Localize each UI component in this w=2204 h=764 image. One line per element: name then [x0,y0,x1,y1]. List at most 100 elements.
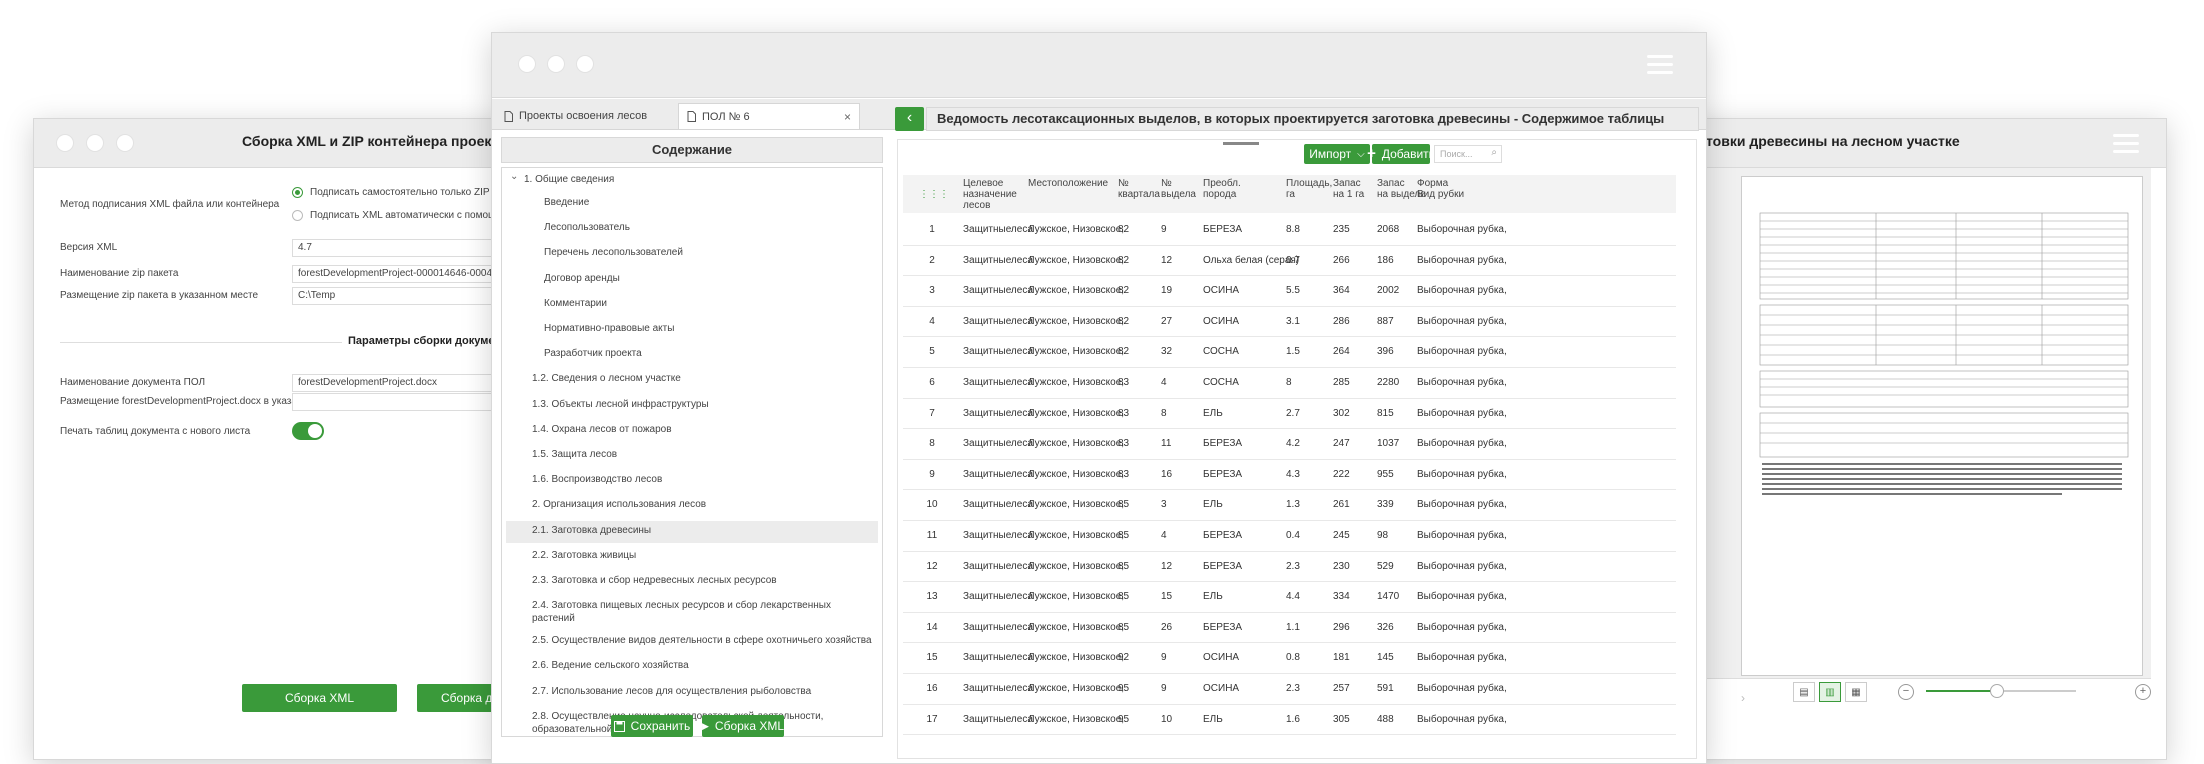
toc-item[interactable]: 2.7. Использование лесов для осуществлен… [532,686,811,697]
table-cell: Лужское, Низовское, [1028,224,1125,235]
table-row[interactable]: 2 Защитныелеса Лужское, Низовское, 82 12 Ольх… [903,246,1676,277]
table-row[interactable]: 6 Защитныелеса Лужское, Низовское, 83 4 СОСНА… [903,368,1676,399]
close-dot[interactable] [518,55,536,73]
toc-item[interactable]: Введение [544,197,589,208]
close-tab-icon[interactable]: × [844,110,851,124]
column-header[interactable]: на 1 га [1333,189,1364,201]
table-cell: Лужское, Низовское, [1028,713,1125,725]
document-icon [504,110,513,122]
table-row[interactable]: 3 Защитныелеса Лужское, Низовское, 82 19 ОСИН… [903,276,1676,307]
table-cell: ОСИНА [1203,683,1240,694]
toc-item[interactable]: ⌄ 1. Общие сведения [510,171,615,185]
table-row[interactable]: 14 Защитныелеса Лужское, Низовское, 85 26 БЕР… [903,613,1676,644]
table-cell: Защитныелеса [963,377,1033,388]
save-button[interactable]: Сохранить [611,715,693,737]
table-cell: Ольха белая (серая) [1203,254,1300,266]
xml-version-label: Версия XML [60,242,118,253]
single-page-icon[interactable]: ▤ [1793,682,1815,702]
scroll-view-icon[interactable]: ▦ [1845,682,1867,702]
toc-item[interactable]: 2.3. Заготовка и сбор недревесных лесных… [532,575,777,586]
table-panel: Импорт ⌵ + Добавить Поиск... ⌕ ⋮⋮⋮ Целев… [897,139,1697,759]
build-xml-button[interactable]: ▶ Сборка XML [702,715,784,737]
table-row[interactable]: 10 Защитныелеса Лужское, Низовское, 85 3 ЕЛЬ 1… [903,490,1676,521]
tab-projects[interactable]: Проекты освоения лесов [496,103,676,129]
table-row[interactable]: 8 Защитныелеса Лужское, Низовское, 83 11 БЕРЕ… [903,429,1676,460]
table-cell: 6 [929,377,935,388]
table-cell: 82 [1118,285,1130,297]
drag-handle[interactable] [1223,142,1259,145]
toc-item[interactable]: Разработчик проекта [544,348,642,359]
toc-item[interactable]: 2.4. Заготовка пищевых лесных ресурсов и… [532,600,831,611]
table-cell: 955 [1377,468,1394,480]
column-header[interactable]: Местоположение [1028,178,1108,190]
toc-item[interactable]: Лесопользователь [544,222,630,233]
maximize-dot[interactable] [116,134,134,152]
zoom-slider-handle[interactable] [1990,684,2004,698]
menu-icon[interactable] [2113,134,2139,154]
toc-item[interactable]: 2.5. Осуществление видов деятельности в … [532,635,872,646]
toc-item[interactable]: 2.1. Заготовка древесины [532,525,651,536]
print-new-sheet-toggle[interactable] [292,422,324,440]
table-row[interactable]: 1 Защитныелеса Лужское, Низовское, 82 9 БЕРЕЗ… [903,215,1676,246]
zoom-in-icon[interactable]: + [2135,684,2151,700]
tab-pol-6[interactable]: ПОЛ № 6 × [678,103,860,129]
table-of-contents: Содержание ⌄ 1. Общие сведения Введение Лес… [501,137,883,737]
minimize-dot[interactable] [86,134,104,152]
import-button[interactable]: Импорт ⌵ [1304,144,1370,164]
toc-item[interactable]: 2. Организация использования лесов [532,499,706,510]
toc-item-label: Договор аренды [544,272,620,284]
table-cell: 95 [1118,683,1130,694]
table-row[interactable]: 13 Защитныелеса Лужское, Низовское, 85 15 ЕЛЬ… [903,582,1676,613]
chevron-down-icon[interactable]: ⌄ [510,171,518,182]
close-dot[interactable] [56,134,74,152]
toc-item[interactable]: Нормативно-правовые акты [544,323,674,334]
prev-page-icon[interactable]: › [1741,691,1745,705]
toc-item[interactable]: Перечень лесопользователей [544,247,683,258]
toc-item[interactable]: 1.3. Объекты лесной инфраструктуры [532,399,709,410]
search-input[interactable]: Поиск... ⌕ [1434,145,1502,163]
toc-item[interactable]: 1.4. Охрана лесов от пожаров [532,424,672,435]
toc-item[interactable]: Комментарии [544,298,607,309]
table-cell: 98 [1377,530,1389,541]
column-header[interactable]: выдела [1161,189,1196,201]
build-xml-button[interactable]: Сборка XML [242,684,397,712]
table-row[interactable]: 16 Защитныелеса Лужское, Низовское, 95 9 ОСИН… [903,674,1676,705]
table-row[interactable]: 17 Защитныелеса Лужское, Низовское, 95 10 ЕЛЬ… [903,705,1676,736]
menu-icon[interactable] [1647,55,1673,75]
table-row[interactable]: 15 Защитныелеса Лужское, Низовское, 92 9 ОСИН… [903,643,1676,674]
column-header[interactable]: Вид рубки [1417,189,1464,201]
table-cell: 2 [929,254,935,266]
table-row[interactable]: 9 Защитныелеса Лужское, Низовское, 83 16 БЕРЕ… [903,460,1676,491]
zoom-slider[interactable] [1926,684,2076,698]
view-mode-switch: ▤ ▥ ▦ [1793,682,1867,702]
grid-icon[interactable]: ⋮⋮⋮ [919,189,949,200]
table-row[interactable]: 5 Защитныелеса Лужское, Низовское, 82 32 СОСН… [903,337,1676,368]
add-button[interactable]: + Добавить [1367,144,1435,164]
column-header[interactable]: квартала [1118,189,1160,201]
table-row[interactable]: 7 Защитныелеса Лужское, Низовское, 83 8 ЕЛЬ 2.… [903,399,1676,430]
two-page-icon[interactable]: ▥ [1819,682,1841,702]
toc-item[interactable]: 1.6. Воспроизводство лесов [532,474,662,485]
zoom-out-icon[interactable]: − [1898,684,1914,700]
column-header[interactable]: га [1286,189,1295,201]
toc-item[interactable]: 1.2. Сведения о лесном участке [532,373,681,384]
table-row[interactable]: 12 Защитныелеса Лужское, Низовское, 85 12 БЕР… [903,552,1676,583]
toc-item-label: 2.4. Заготовка пищевых лесных ресурсов и… [532,600,831,612]
radio-checked-icon[interactable] [292,187,303,198]
back-icon[interactable]: ‹ [895,107,924,131]
column-header[interactable]: порода [1203,189,1236,201]
column-header[interactable]: лесов [963,200,990,212]
toc-item[interactable]: Договор аренды [544,273,620,284]
radio-unchecked-icon[interactable] [292,210,303,221]
table-row[interactable]: 4 Защитныелеса Лужское, Низовское, 82 27 ОСИН… [903,307,1676,338]
document-icon [687,111,696,122]
toc-item-label: Лесопользователь [544,222,630,234]
toc-item[interactable]: 2.6. Ведение сельского хозяйства [532,660,689,671]
table-cell: 19 [1161,285,1173,297]
maximize-dot[interactable] [576,55,594,73]
table-row[interactable]: 11 Защитныелеса Лужское, Низовское, 85 4 БЕРЕ… [903,521,1676,552]
toc-item[interactable]: 2.2. Заготовка живицы [532,550,636,561]
minimize-dot[interactable] [547,55,565,73]
toc-item[interactable]: 1.5. Защита лесов [532,449,617,460]
toc-item-label: 1. Общие сведения [524,174,615,185]
